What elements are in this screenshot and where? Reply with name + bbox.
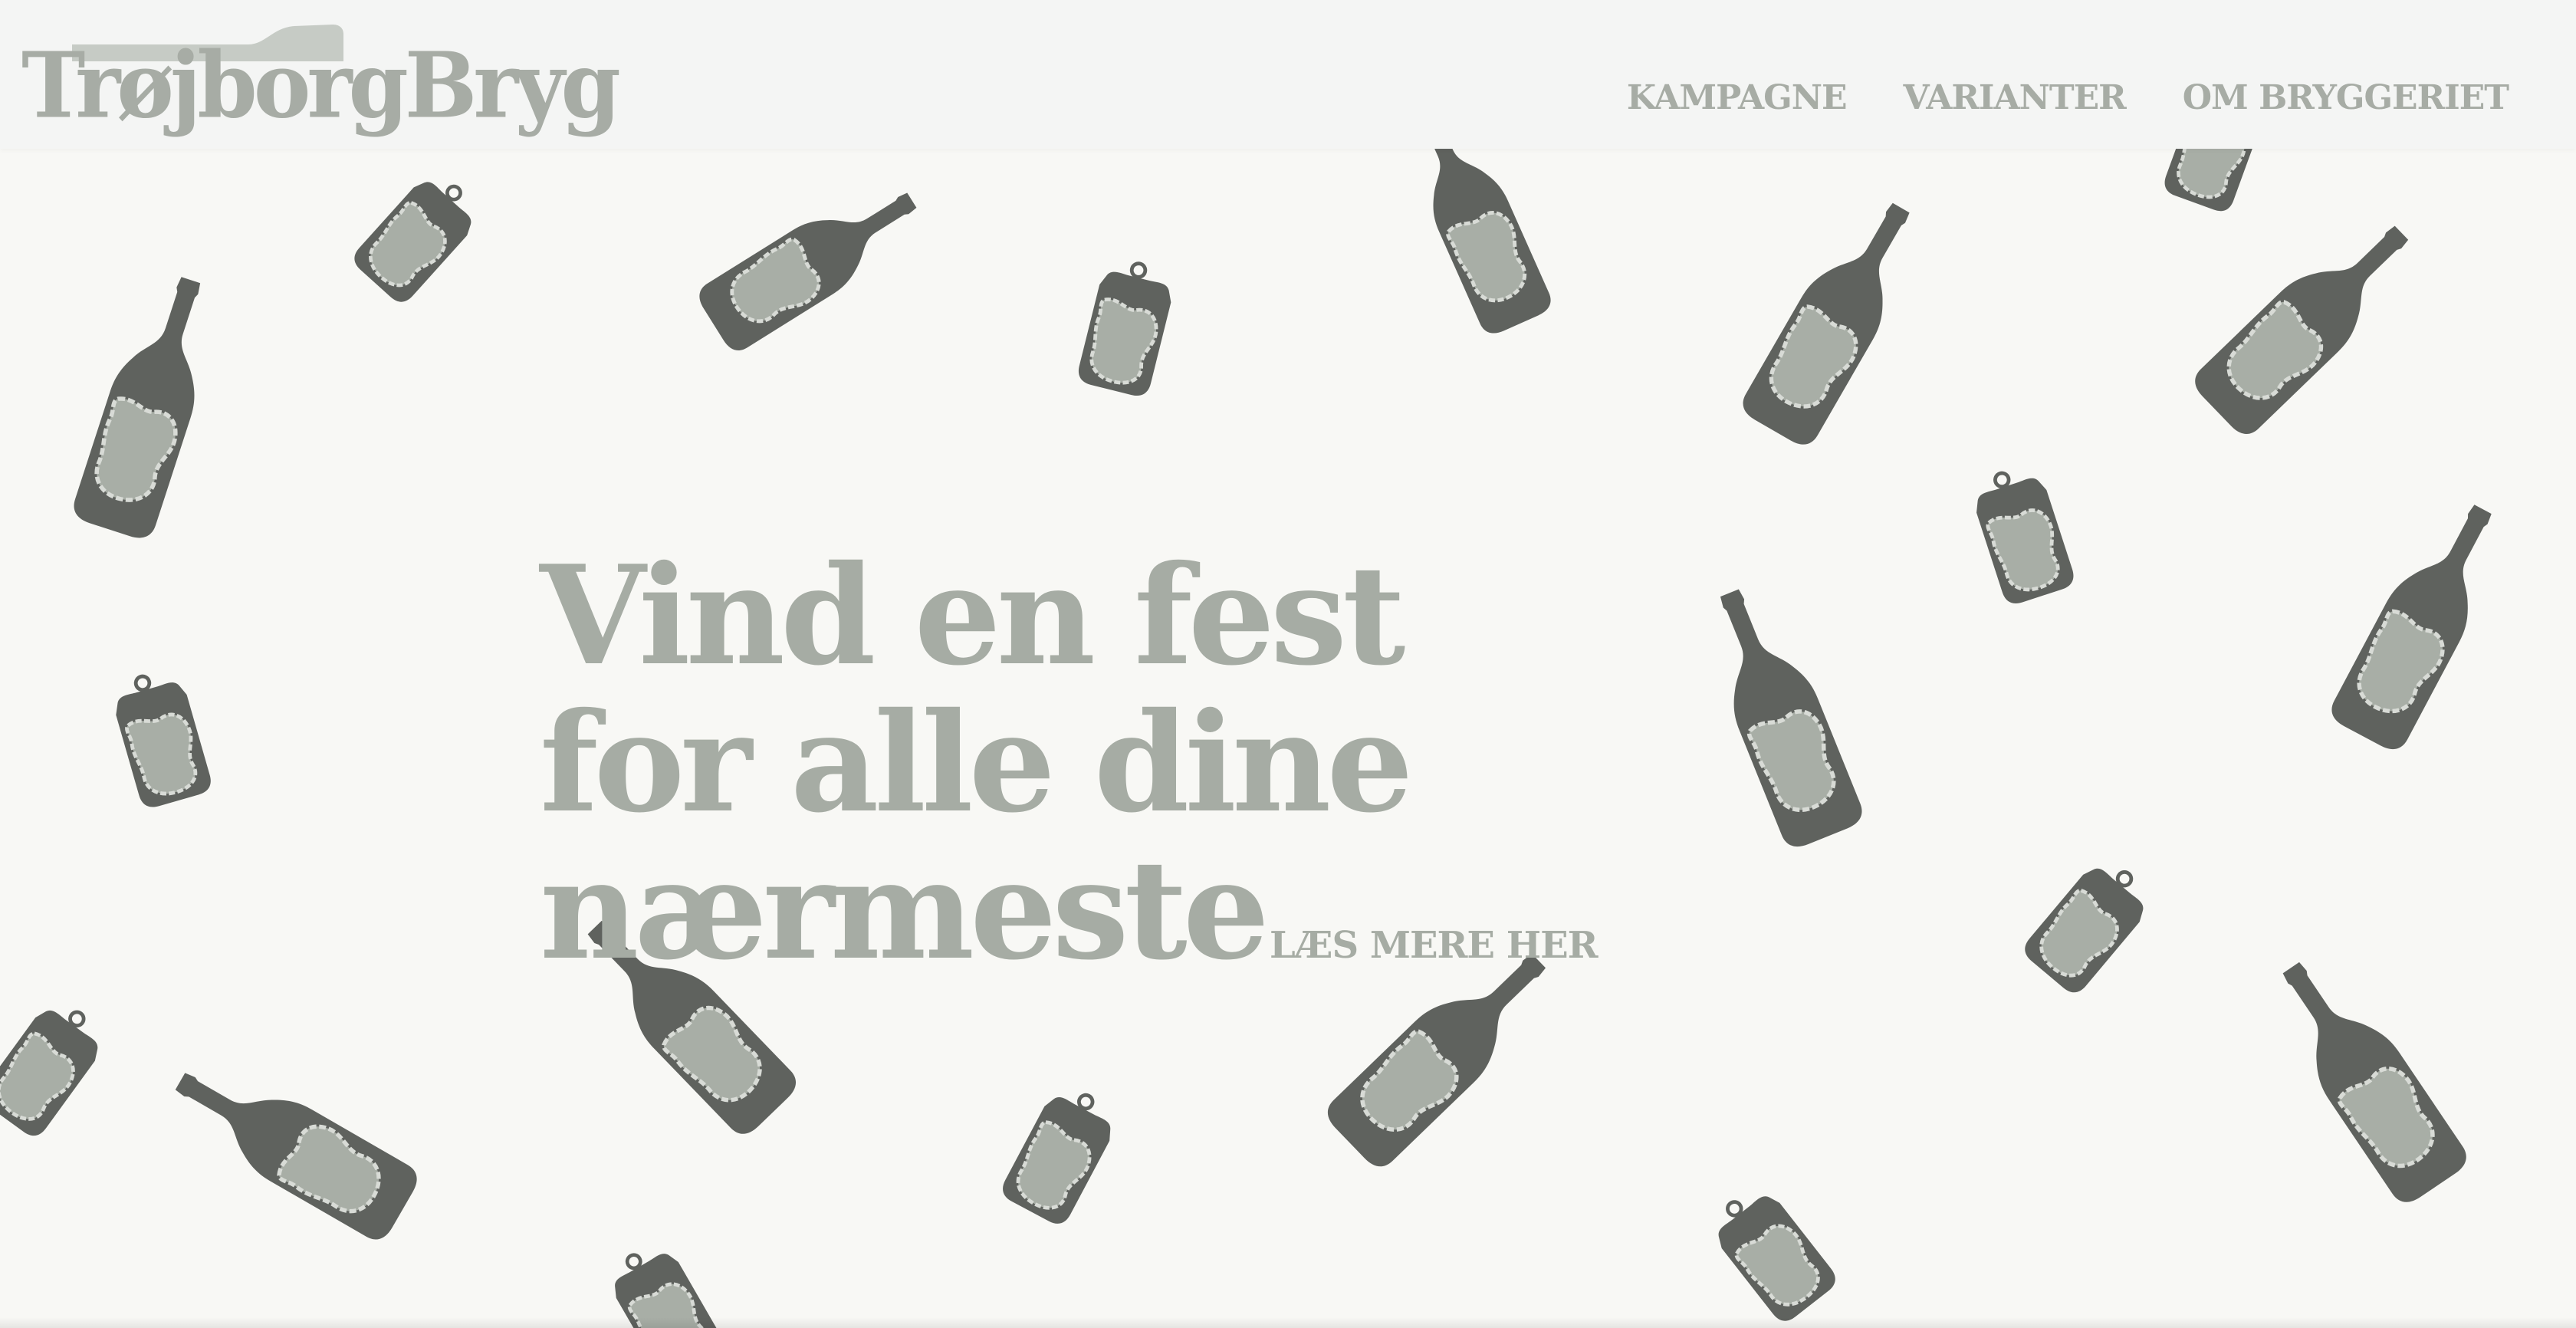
section-divider-shadow (0, 1317, 2576, 1328)
can-icon (0, 993, 113, 1141)
can-icon (1076, 255, 1178, 399)
headline-line-2: for alle dine (540, 682, 1414, 843)
headline-line-1: Vind en fest (540, 535, 1405, 696)
can-icon (602, 1237, 727, 1328)
headline-line-3: nærmeste (540, 830, 1270, 991)
bottle-icon (2326, 490, 2520, 755)
bottle-icon (2188, 203, 2430, 441)
bottle-icon (2256, 944, 2473, 1208)
brand-name: TrøjborgBryg (21, 33, 621, 140)
headline-line-3-wrap: nærmeste LÆS MERE HER (540, 837, 1598, 1019)
nav-link-kampagne[interactable]: KAMPAGNE (1627, 78, 1848, 117)
bottle-icon (694, 168, 932, 356)
bottle-icon (159, 1046, 423, 1246)
can-icon (998, 1080, 1124, 1228)
bottle-icon (70, 267, 232, 543)
bottle-icon (1737, 187, 1937, 451)
read-more-link[interactable]: LÆS MERE HER (1270, 924, 1598, 967)
top-navbar: TrøjborgBryg KAMPAGNE VARIANTER OM BRYGG… (0, 0, 2576, 149)
can-icon (108, 666, 215, 810)
can-icon (2160, 149, 2271, 215)
nav-link-varianter[interactable]: VARIANTER (1904, 78, 2127, 117)
brand-logo[interactable]: TrøjborgBryg (21, 23, 621, 139)
main-nav: KAMPAGNE VARIANTER OM BRYGGERIET (1627, 78, 2509, 117)
can-icon (1704, 1179, 1842, 1326)
nav-link-om-bryggeriet[interactable]: OM BRYGGERIET (2183, 78, 2509, 117)
can-icon (2019, 852, 2159, 998)
can-icon (349, 166, 487, 307)
hero-section: Vind en fest for alle dine nærmeste LÆS M… (0, 149, 2576, 1328)
bottle-icon (1392, 149, 1556, 338)
hero-headline: Vind en fest for alle dine nærmeste LÆS M… (540, 535, 1598, 1019)
bottle-icon (1691, 577, 1868, 853)
can-icon (1967, 462, 2077, 607)
